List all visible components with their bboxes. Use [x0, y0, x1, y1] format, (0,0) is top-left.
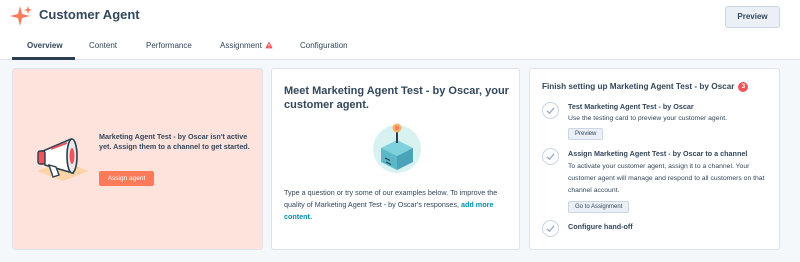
warning-icon: [265, 41, 273, 49]
step-title-assign: Assign Marketing Agent Test - by Oscar t…: [568, 149, 748, 158]
intro-title: Meet Marketing Agent Test - by Oscar, yo…: [284, 85, 509, 111]
preview-button[interactable]: Preview: [725, 6, 780, 28]
agent-intro-card: Meet Marketing Agent Test - by Oscar, yo…: [271, 68, 520, 250]
sparkle-logo-icon: [10, 6, 32, 26]
bot-box-icon: [373, 123, 421, 173]
check-icon: [546, 153, 555, 161]
step-description-assign: To activate your customer agent, assign …: [568, 163, 765, 194]
tab-assignment[interactable]: Assignment: [220, 41, 273, 50]
megaphone-icon: [37, 137, 89, 181]
tab-label: Overview: [27, 41, 63, 50]
step-preview-button[interactable]: Preview: [568, 128, 604, 140]
step-description-test: Use the testing card to preview your cus…: [568, 115, 728, 122]
assign-agent-button[interactable]: Assign agent: [99, 171, 154, 186]
setup-title-text: Finish setting up Marketing Agent Test -…: [542, 82, 735, 91]
check-icon: [546, 225, 555, 233]
count-badge: 3: [738, 82, 749, 92]
active-tab-indicator: [12, 57, 75, 60]
page-title: Customer Agent: [39, 7, 140, 22]
step-checkbox-handoff[interactable]: [542, 220, 559, 237]
setup-checklist-card: Finish setting up Marketing Agent Test -…: [529, 68, 780, 250]
intro-body: Type a question or try some of our examp…: [284, 187, 512, 223]
tab-performance[interactable]: Performance: [146, 41, 192, 50]
step-title-handoff: Configure hand-off: [568, 222, 633, 231]
tab-label: Performance: [146, 41, 192, 50]
tab-bar: Overview Content Performance Assignment …: [0, 36, 800, 60]
tab-overview[interactable]: Overview: [27, 41, 63, 50]
tab-label: Configuration: [300, 41, 348, 50]
tab-label: Content: [89, 41, 118, 50]
go-to-assignment-button[interactable]: Go to Assignment: [568, 201, 630, 213]
tab-configuration[interactable]: Configuration: [300, 41, 348, 50]
setup-title: Finish setting up Marketing Agent Test -…: [542, 82, 749, 92]
tab-content[interactable]: Content: [89, 41, 117, 50]
step-checkbox-test[interactable]: [542, 102, 559, 119]
agent-inactive-message: Marketing Agent Test - by Oscar isn't ac…: [99, 132, 250, 151]
check-icon: [546, 107, 555, 115]
step-title-test: Test Marketing Agent Test - by Oscar: [568, 102, 694, 111]
step-checkbox-assign[interactable]: [542, 148, 559, 165]
tab-label: Assignment: [220, 41, 262, 50]
agent-status-card: Marketing Agent Test - by Oscar isn't ac…: [12, 68, 263, 250]
